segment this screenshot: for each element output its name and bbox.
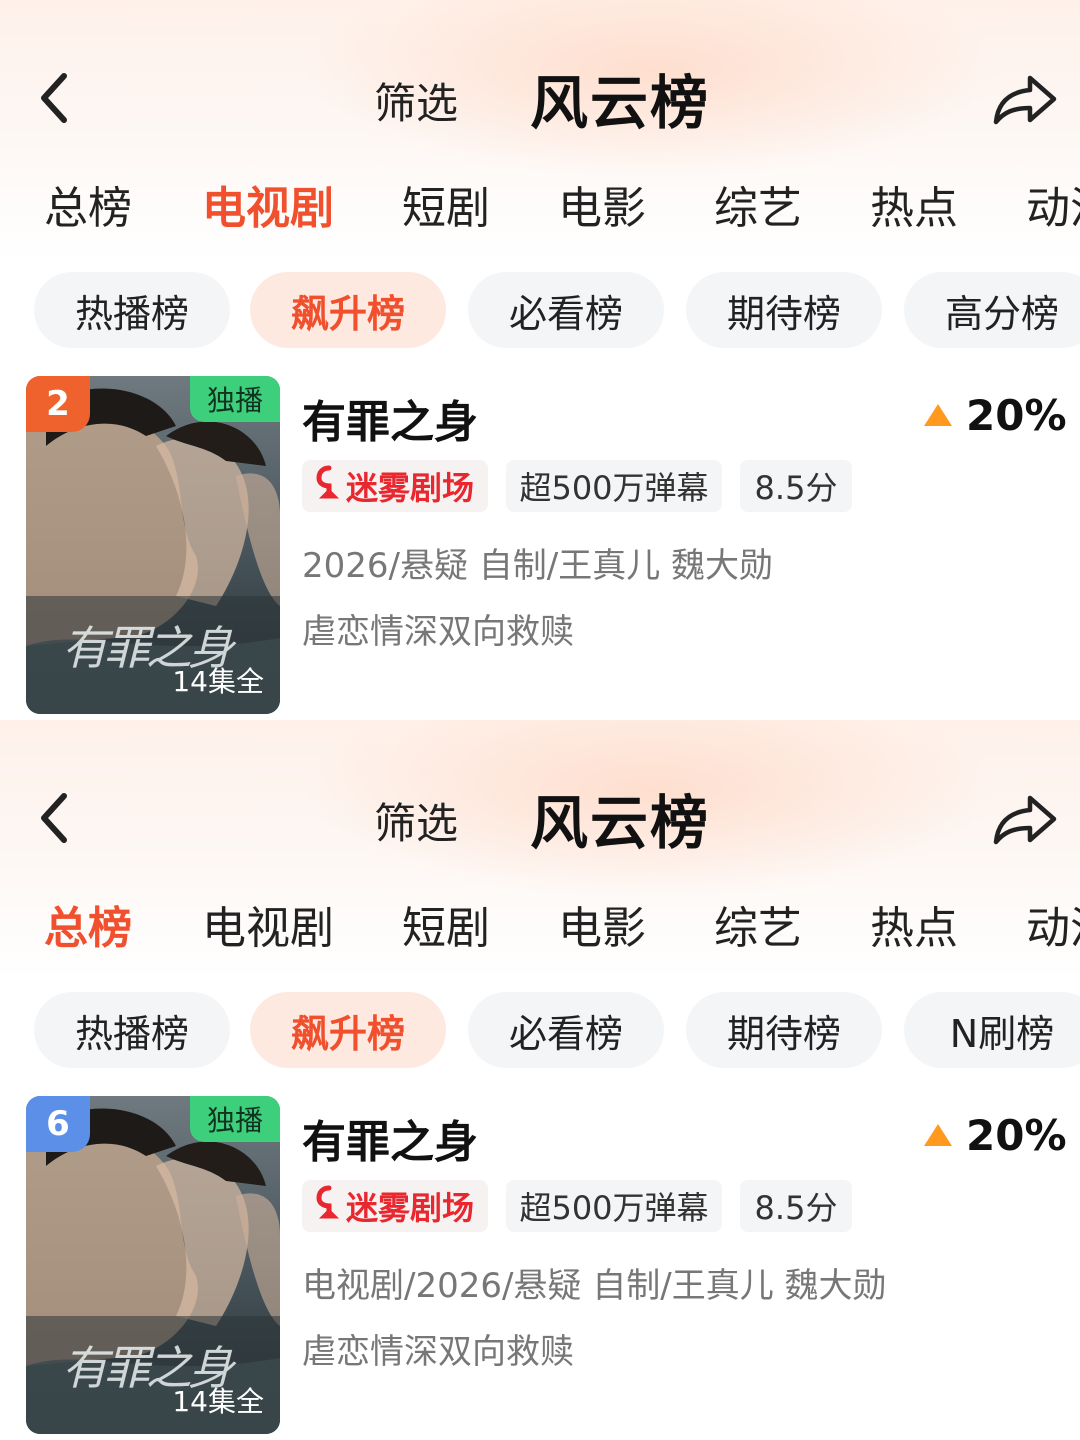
pill-rising[interactable]: 飙升榜	[250, 272, 446, 348]
ranking-panel-2: 筛选 风云榜 总榜 电视剧 短剧 电影 综艺 热点 动漫 热播榜 飙升榜 必看榜…	[0, 720, 1080, 1440]
tab-variety[interactable]: 综艺	[714, 892, 802, 956]
pill-hot-playing[interactable]: 热播榜	[34, 992, 230, 1068]
list-pills: 热播榜 飙升榜 必看榜 期待榜 N刷榜	[0, 992, 1080, 1068]
tab-hot[interactable]: 热点	[870, 892, 958, 956]
tab-anime[interactable]: 动漫	[1026, 892, 1080, 956]
trend-value: 20%	[966, 390, 1067, 440]
pill-must-watch[interactable]: 必看榜	[468, 992, 664, 1068]
top-bar: 筛选 风云榜	[0, 770, 1080, 866]
tab-short-drama[interactable]: 短剧	[402, 172, 490, 236]
chevron-left-icon	[41, 793, 67, 843]
category-tabs: 总榜 电视剧 短剧 电影 综艺 热点 动漫	[0, 892, 1080, 962]
tab-anime[interactable]: 动漫	[1026, 172, 1080, 236]
theater-tag[interactable]: 迷雾剧场	[302, 460, 488, 512]
share-button[interactable]	[990, 72, 1060, 128]
exclusive-badge: 独播	[190, 1096, 280, 1142]
poster-image[interactable]: 有罪之身 6 独播 14集全	[26, 1096, 280, 1434]
page-title: 风云榜	[530, 789, 711, 857]
drama-description: 虐恋情深双向救赎	[302, 1332, 574, 1372]
chevron-left-icon	[41, 73, 67, 123]
tab-movie[interactable]: 电影	[558, 172, 646, 236]
triangle-up-icon	[924, 404, 952, 426]
top-bar: 筛选 风云榜	[0, 50, 1080, 146]
pill-rewatch[interactable]: N刷榜	[904, 992, 1080, 1068]
pill-must-watch[interactable]: 必看榜	[468, 272, 664, 348]
back-button[interactable]	[34, 788, 74, 848]
theater-tag[interactable]: 迷雾剧场	[302, 1180, 488, 1232]
pill-rising[interactable]: 飙升榜	[250, 992, 446, 1068]
tab-all[interactable]: 总榜	[44, 892, 132, 956]
theater-tag-label: 迷雾剧场	[345, 1189, 474, 1227]
list-pills: 热播榜 飙升榜 必看榜 期待榜 高分榜	[0, 272, 1080, 348]
theater-logo-icon	[316, 465, 342, 507]
episode-count: 14集全	[172, 665, 264, 698]
danmaku-tag: 超500万弹幕	[506, 1180, 722, 1232]
ranking-item[interactable]: 有罪之身 2 独播 14集全 有罪之身 20% 迷雾剧场 超500万弹幕 8.5…	[0, 376, 1080, 716]
tab-short-drama[interactable]: 短剧	[402, 892, 490, 956]
drama-meta: 电视剧/2026/悬疑 自制/王真儿 魏大勋	[302, 1266, 887, 1306]
drama-title[interactable]: 有罪之身	[302, 1106, 478, 1170]
tab-variety[interactable]: 综艺	[714, 172, 802, 236]
score-tag: 8.5分	[740, 1180, 852, 1232]
page-title: 风云榜	[530, 69, 711, 137]
tab-movie[interactable]: 电影	[558, 892, 646, 956]
pill-hot-playing[interactable]: 热播榜	[34, 272, 230, 348]
rank-badge: 2	[26, 376, 90, 432]
score-tag: 8.5分	[740, 460, 852, 512]
tab-hot[interactable]: 热点	[870, 172, 958, 236]
drama-description: 虐恋情深双向救赎	[302, 612, 574, 652]
drama-title[interactable]: 有罪之身	[302, 386, 478, 450]
share-arrow-icon	[993, 795, 1057, 845]
share-arrow-icon	[993, 75, 1057, 125]
rank-badge: 6	[26, 1096, 90, 1152]
tab-tv-series[interactable]: 电视剧	[202, 172, 334, 236]
trend-indicator: 20%	[922, 390, 1067, 440]
tab-tv-series[interactable]: 电视剧	[202, 892, 334, 956]
trend-indicator: 20%	[922, 1110, 1067, 1160]
filter-button[interactable]: 筛选	[374, 790, 458, 851]
back-button[interactable]	[34, 68, 74, 128]
triangle-up-icon	[924, 1124, 952, 1146]
filter-button[interactable]: 筛选	[374, 70, 458, 131]
trend-value: 20%	[966, 1110, 1067, 1160]
category-tabs: 总榜 电视剧 短剧 电影 综艺 热点 动漫	[0, 172, 1080, 242]
exclusive-badge: 独播	[190, 376, 280, 422]
ranking-panel-1: 筛选 风云榜 总榜 电视剧 短剧 电影 综艺 热点 动漫 热播榜 飙升榜 必看榜…	[0, 0, 1080, 720]
theater-logo-icon	[316, 1185, 342, 1227]
danmaku-tag: 超500万弹幕	[506, 460, 722, 512]
pill-high-score[interactable]: 高分榜	[904, 272, 1080, 348]
theater-tag-label: 迷雾剧场	[345, 469, 474, 507]
pill-anticipated[interactable]: 期待榜	[686, 272, 882, 348]
episode-count: 14集全	[172, 1385, 264, 1418]
ranking-item[interactable]: 有罪之身 6 独播 14集全 有罪之身 20% 迷雾剧场 超500万弹幕 8.5…	[0, 1096, 1080, 1436]
poster-image[interactable]: 有罪之身 2 独播 14集全	[26, 376, 280, 714]
share-button[interactable]	[990, 792, 1060, 848]
drama-meta: 2026/悬疑 自制/王真儿 魏大勋	[302, 546, 774, 586]
tab-all[interactable]: 总榜	[44, 172, 132, 236]
pill-anticipated[interactable]: 期待榜	[686, 992, 882, 1068]
